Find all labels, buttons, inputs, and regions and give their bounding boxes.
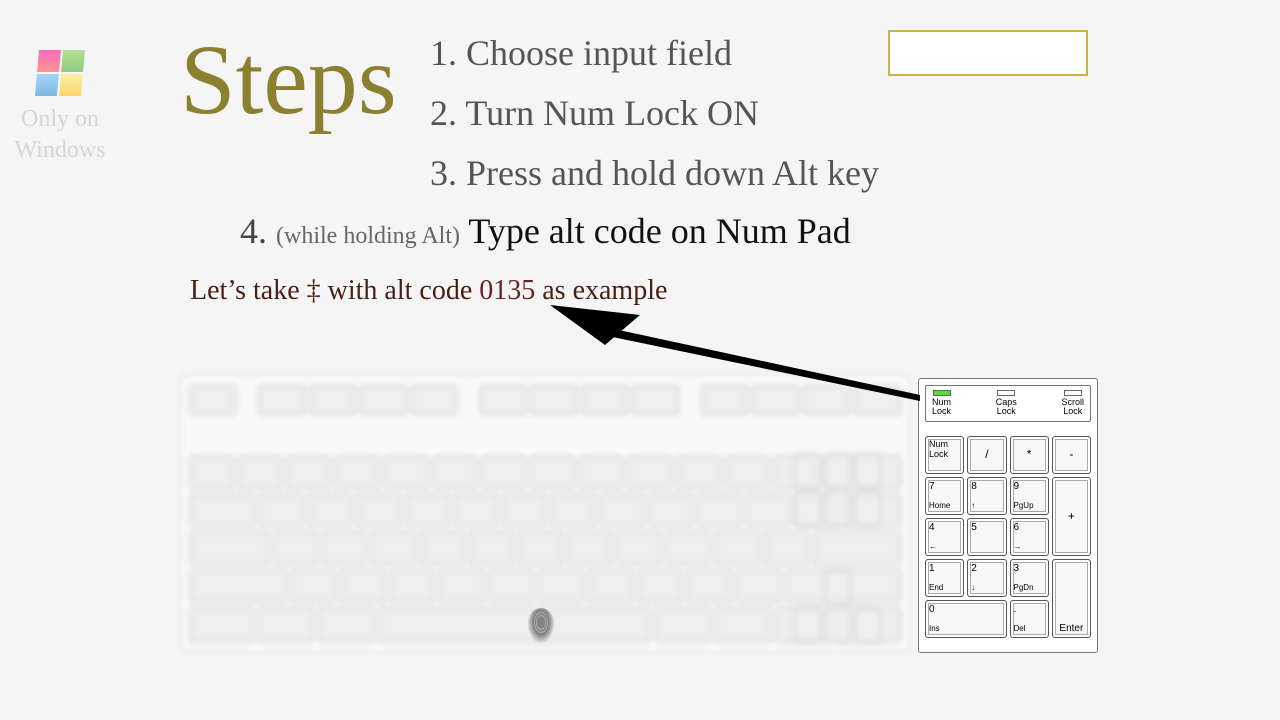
example-pre: Let’s take [190,275,307,306]
key-3[interactable]: 3PgDn [1010,559,1049,597]
windows-logo-block: Only on Windows [10,50,110,166]
scrolllock-indicator: Scroll Lock [1061,390,1084,417]
step-4-number: 4. [240,211,267,251]
key-9[interactable]: 9PgUp [1010,477,1049,515]
key-4[interactable]: 4← [925,518,964,556]
capslock-indicator: Caps Lock [996,390,1017,417]
platform-note-1: Only on [10,104,110,135]
steps-heading: Steps [180,22,397,137]
windows-icon [35,50,85,96]
key-8[interactable]: 8↑ [967,477,1006,515]
key-6[interactable]: 6→ [1010,518,1049,556]
step-3: 3. Press and hold down Alt key [430,152,879,194]
step-4: 4. (while holding Alt) Type alt code on … [240,210,851,252]
scrolllock-led-icon [1064,390,1082,396]
step-2: 2. Turn Num Lock ON [430,92,759,134]
key-minus[interactable]: - [1052,436,1091,474]
example-line: Let’s take ‡ with alt code 0135 as examp… [190,275,667,307]
capslock-led-icon [997,390,1015,396]
numlock-led-icon [933,390,951,396]
key-7[interactable]: 7Home [925,477,964,515]
key-dot[interactable]: .Del [1010,600,1049,638]
example-post: as example [535,275,667,306]
key-slash[interactable]: / [967,436,1006,474]
step-4-paren: (while holding Alt) [276,223,460,249]
demo-input-field[interactable] [888,30,1088,76]
lock-indicators: Num Lock Caps Lock Scroll Lock [925,385,1091,422]
step-1: 1. Choose input field [430,32,732,74]
key-plus[interactable]: + [1052,477,1091,556]
example-mid: with alt code [321,275,480,306]
key-5[interactable]: 5 [967,518,1006,556]
pointer-arrow-icon [545,305,935,470]
key-1[interactable]: 1End [925,559,964,597]
fingerprint-icon [527,608,555,644]
numpad-zoom: Num Lock Caps Lock Scroll Lock Num Lock … [918,378,1098,653]
key-2[interactable]: 2↓ [967,559,1006,597]
key-enter[interactable]: Enter [1052,559,1091,638]
step-4-text: Type alt code on Num Pad [468,211,850,251]
example-char: ‡ [307,275,321,306]
example-code: 0135 [479,275,535,306]
platform-note-2: Windows [10,135,110,166]
key-star[interactable]: * [1010,436,1049,474]
key-0[interactable]: 0Ins [925,600,1007,638]
